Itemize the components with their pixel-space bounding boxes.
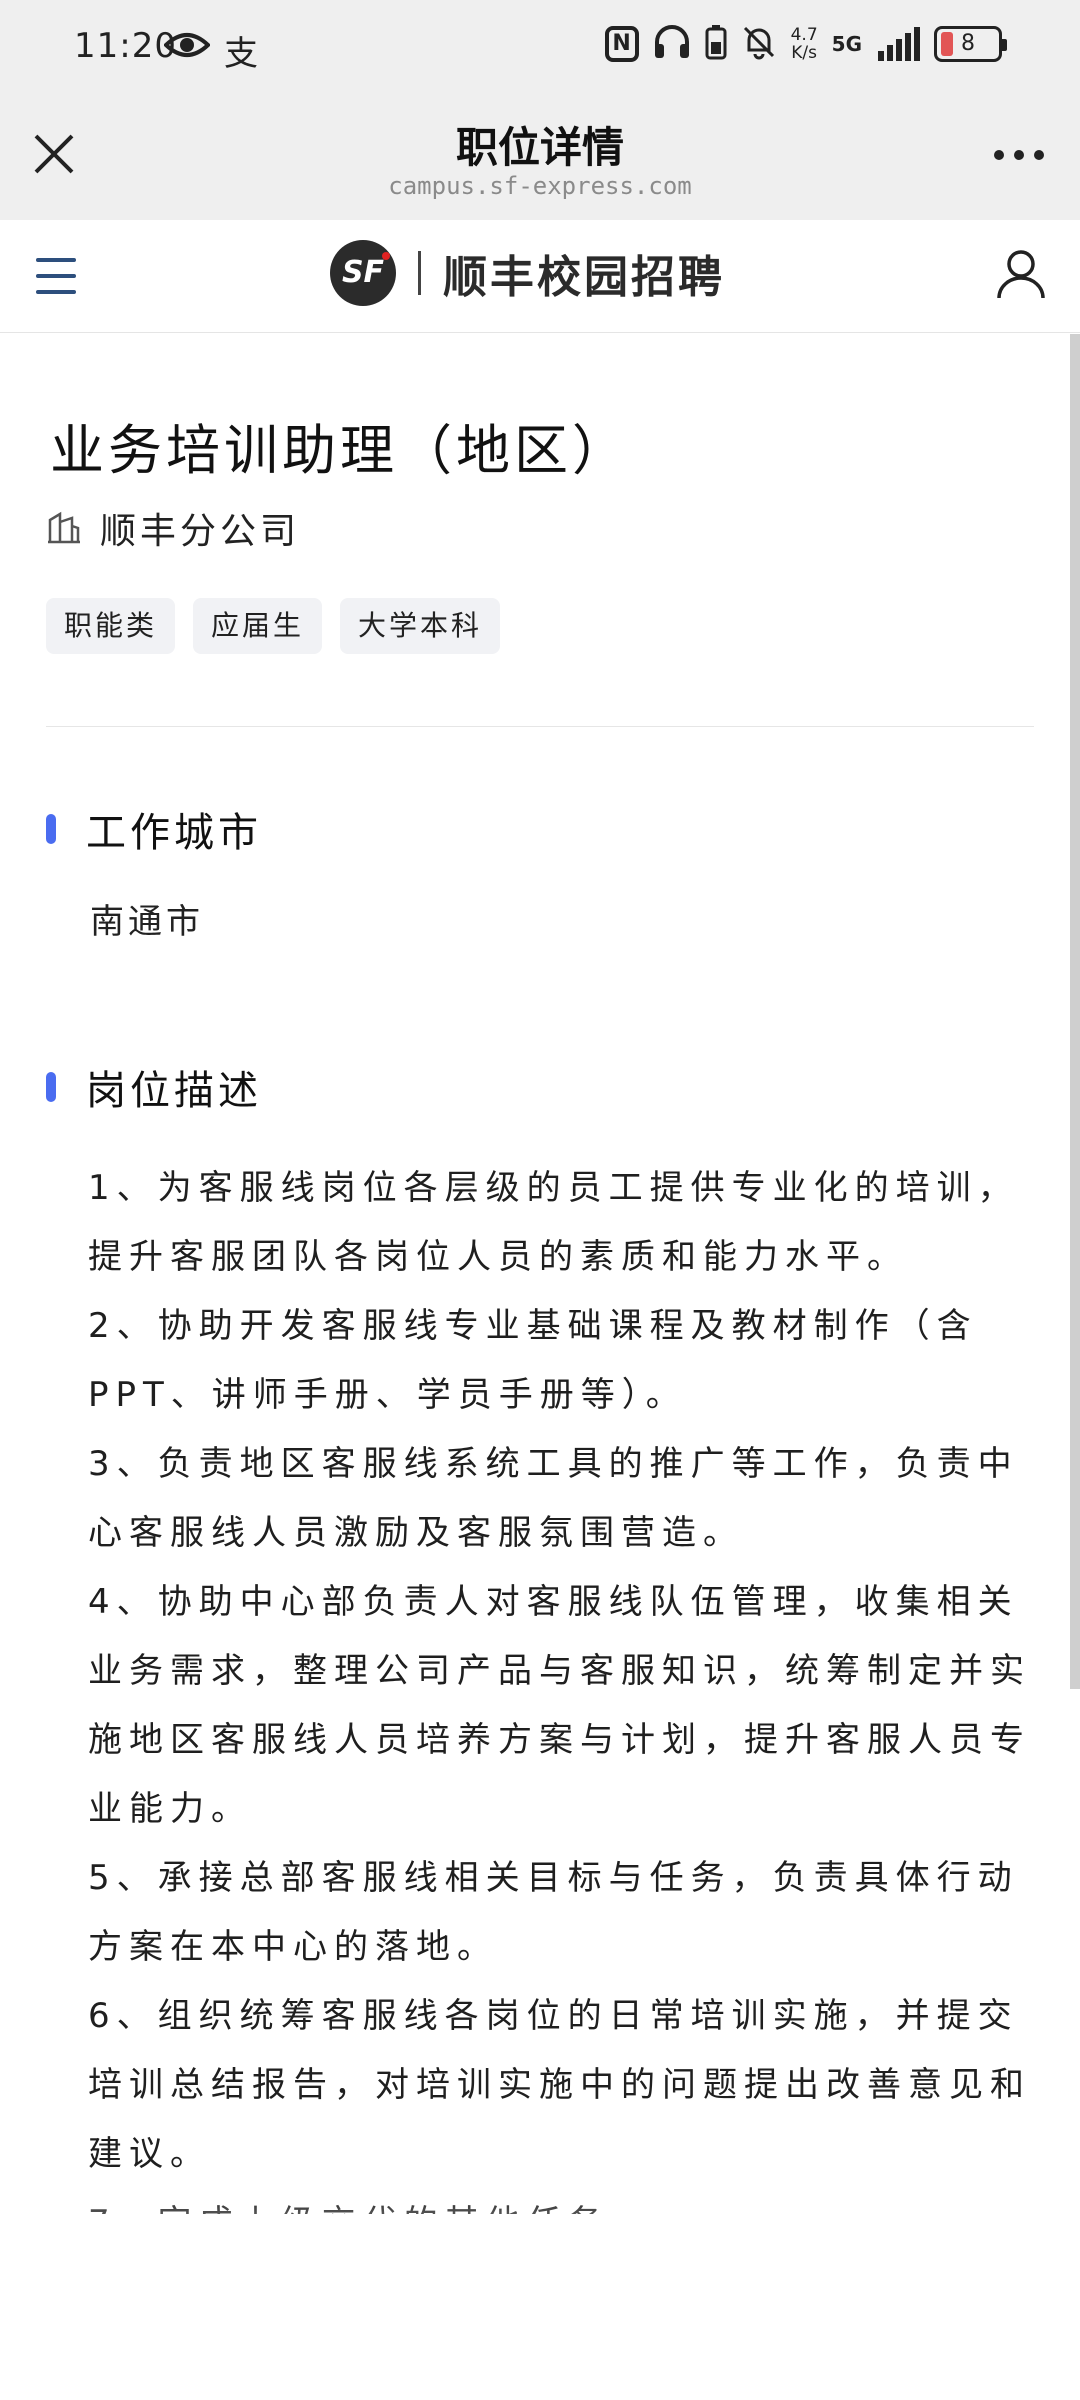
scrollbar[interactable]: [1070, 334, 1080, 1689]
logo-separator: [418, 251, 421, 295]
building-icon: [46, 508, 82, 548]
menu-icon[interactable]: [36, 258, 76, 306]
nfc-icon: N: [604, 26, 639, 62]
net-speed-value: 4.7: [790, 25, 818, 45]
status-bar: 11:20 支 N 4.7 K/s 5G 8: [0, 0, 1080, 100]
brand-name: 顺丰校园招聘: [443, 252, 725, 303]
description-item: 5、承接总部客服线相关目标与任务，负责具体行动方案在本中心的落地。: [88, 1858, 1019, 1967]
description-item: 2、协助开发客服线专业基础课程及教材制作（含PPT、讲师手册、学员手册等）。: [88, 1306, 978, 1415]
signal-icon: [878, 27, 920, 61]
job-description: 1、为客服线岗位各层级的员工提供专业化的培训，提升客服团队各岗位人员的素质和能力…: [88, 1154, 1038, 2214]
description-item: 4、协助中心部负责人对客服线队伍管理，收集相关业务需求，整理公司产品与客服知识，…: [88, 1582, 1031, 1829]
status-icons: N 4.7 K/s 5G 8: [604, 24, 1007, 64]
job-title: 业务培训助理（地区）: [50, 419, 630, 482]
section-title: 岗位描述: [86, 1068, 262, 1114]
section-city-heading: 工作城市: [46, 800, 262, 858]
section-title: 工作城市: [86, 810, 262, 856]
company-name: 顺丰分公司: [100, 511, 301, 552]
battery-level: 8: [961, 31, 975, 56]
tag-education: 大学本科: [340, 598, 501, 654]
headphones-icon: [653, 24, 691, 64]
tag-category: 职能类: [46, 598, 176, 654]
browser-title-bar: 职位详情 campus.sf-express.com: [0, 100, 1080, 221]
section-description-heading: 岗位描述: [46, 1058, 262, 1116]
net-speed-unit: K/s: [791, 43, 817, 63]
battery-saver-icon: [705, 24, 727, 64]
more-icon[interactable]: [994, 150, 1044, 160]
user-icon[interactable]: [996, 248, 1046, 304]
description-item: 6、组织统筹客服线各岗位的日常培训实施，并提交培训总结报告，对培训实施中的问题提…: [88, 1996, 1031, 2174]
description-item: 3、负责地区客服线系统工具的推广等工作，负责中心客服线人员激励及客服氛围营造。: [88, 1444, 1019, 1553]
page-url: campus.sf-express.com: [388, 172, 692, 200]
battery-icon: 8: [934, 26, 1007, 62]
description-item: 1、为客服线岗位各层级的员工提供专业化的培训，提升客服团队各岗位人员的素质和能力…: [88, 1168, 1019, 1277]
sf-logo-mark: SF: [330, 240, 396, 306]
eye-icon: [163, 30, 211, 64]
site-header: SF 顺丰校园招聘: [0, 220, 1080, 333]
job-tags: 职能类 应届生 大学本科: [46, 598, 501, 654]
section-marker: [46, 814, 56, 844]
divider: [46, 726, 1034, 727]
alipay-icon: 支: [224, 34, 258, 74]
status-time: 11:20: [74, 26, 177, 66]
page-title: 职位详情: [455, 123, 624, 172]
work-city: 南通市: [90, 902, 204, 942]
section-marker: [46, 1072, 56, 1102]
network-type: 5G: [831, 32, 862, 56]
brand-logo[interactable]: SF 顺丰校园招聘: [330, 240, 725, 306]
company-row: 顺丰分公司: [46, 502, 300, 554]
tag-candidate-type: 应届生: [193, 598, 323, 654]
content-fade: [0, 2194, 1070, 2314]
net-speed: 4.7 K/s: [791, 26, 818, 62]
mute-bell-icon: [741, 24, 777, 64]
